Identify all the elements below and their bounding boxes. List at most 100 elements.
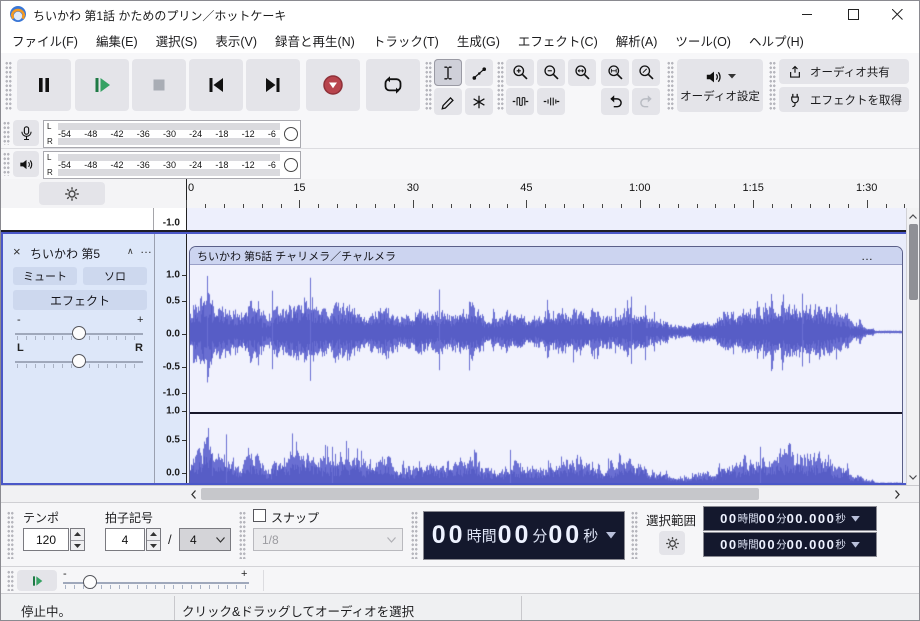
solo-button[interactable]: ソロ [83, 267, 147, 285]
track-previous[interactable]: -1.0 [1, 208, 906, 231]
loop-button[interactable] [366, 59, 420, 111]
time-minutes[interactable]: 00 [498, 521, 532, 550]
edit-toolbar-gripper[interactable] [497, 61, 504, 111]
scroll-down-button[interactable] [907, 471, 919, 483]
stop-button[interactable] [132, 59, 186, 111]
selection-end-field[interactable]: 00 時間 00 分 00.000 秒 [703, 532, 877, 557]
effects-button[interactable]: エフェクト [13, 290, 147, 310]
skip-to-end-button[interactable] [246, 59, 300, 111]
time-toolbar-gripper[interactable] [411, 511, 418, 559]
vertical-scrollbar-thumb[interactable] [909, 224, 918, 300]
audio-clip[interactable]: ちいかわ 第5話 チャリメラ／チャルメラ … [189, 246, 903, 483]
silence-audio-button[interactable] [537, 88, 565, 115]
waveform-channel-1[interactable] [190, 265, 902, 399]
menu-item-8[interactable]: 解析(A) [607, 27, 667, 53]
menu-item-4[interactable]: 録音と再生(N) [266, 27, 364, 53]
record-meter-mic-button[interactable] [13, 120, 39, 146]
audio-setup-button[interactable]: オーディオ設定 [677, 59, 763, 112]
playback-meter[interactable]: L R -54-48-42-36-30-24-18-12-6 [43, 151, 301, 179]
pan-slider-thumb[interactable] [72, 354, 86, 368]
share-toolbar-gripper[interactable] [769, 61, 776, 111]
track-menu-button[interactable]: … [140, 242, 152, 256]
track-close-button[interactable]: × [13, 245, 21, 258]
menu-item-5[interactable]: トラック(T) [364, 27, 448, 53]
scroll-up-button[interactable] [907, 210, 919, 222]
recording-meter-gripper[interactable] [3, 121, 10, 145]
get-effects-button[interactable]: エフェクトを取得 [779, 87, 909, 112]
pause-button[interactable] [17, 59, 71, 111]
timeline-ruler[interactable]: 01530451:001:151:30 [1, 179, 919, 209]
sel-end-seconds[interactable]: 00.000 [787, 537, 836, 552]
time-seconds[interactable]: 00 [548, 521, 582, 550]
time-signature-upper-input[interactable]: 4 [105, 528, 145, 551]
playback-meter-gripper[interactable] [3, 152, 10, 176]
scroll-left-button[interactable] [186, 487, 200, 501]
tempo-input[interactable]: 120 [23, 528, 69, 551]
speed-slider-thumb[interactable] [83, 575, 97, 589]
track-previous-waveform-area[interactable] [187, 208, 906, 231]
sel-start-hours[interactable]: 00 [720, 511, 737, 526]
minimize-button[interactable] [784, 1, 830, 27]
tempo-spinner[interactable] [70, 528, 85, 551]
time-hours[interactable]: 00 [432, 521, 466, 550]
snapping-gripper[interactable] [239, 511, 246, 559]
zoom-in-button[interactable] [506, 59, 534, 86]
clip-header[interactable]: ちいかわ 第5話 チャリメラ／チャルメラ … [190, 247, 902, 265]
zoom-toggle-button[interactable] [632, 59, 660, 86]
draw-tool-button[interactable] [434, 88, 462, 115]
zoom-out-button[interactable] [537, 59, 565, 86]
selection-toolbar-gripper[interactable] [631, 511, 638, 559]
selection-start-field[interactable]: 00 時間 00 分 00.000 秒 [703, 506, 877, 531]
skip-to-start-button[interactable] [189, 59, 243, 111]
redo-button[interactable] [632, 88, 660, 115]
sel-end-hours[interactable]: 00 [720, 537, 737, 552]
selection-options-button[interactable] [659, 531, 685, 555]
tools-toolbar-gripper[interactable] [425, 61, 432, 111]
sel-start-seconds[interactable]: 00.000 [787, 511, 836, 526]
sel-end-minutes[interactable]: 00 [759, 537, 776, 552]
play-at-speed-button[interactable] [17, 570, 57, 591]
vertical-scrollbar[interactable] [906, 208, 919, 485]
menu-item-6[interactable]: 生成(G) [448, 27, 509, 53]
menu-item-2[interactable]: 選択(S) [147, 27, 207, 53]
track-name[interactable]: ちいかわ 第5 [30, 245, 100, 262]
time-signature-gripper[interactable] [7, 511, 14, 559]
time-signature-lower-select[interactable]: 4 [179, 528, 231, 551]
snap-select[interactable]: 1/8 [253, 528, 403, 551]
scroll-right-button[interactable] [890, 487, 904, 501]
maximize-button[interactable] [830, 1, 876, 27]
track-collapse-button[interactable]: ∧ [127, 246, 134, 257]
play-button[interactable] [75, 59, 129, 111]
selection-tool-button[interactable] [434, 59, 462, 86]
track-main[interactable]: × ちいかわ 第5 ∧ … ミュート ソロ エフェクト - + L R 1.00… [1, 232, 906, 485]
menu-item-7[interactable]: エフェクト(C) [509, 27, 607, 53]
share-audio-button[interactable]: オーディオ共有 [779, 59, 909, 84]
menu-item-1[interactable]: 編集(E) [87, 27, 147, 53]
record-button[interactable] [306, 59, 360, 111]
menu-item-9[interactable]: ツール(O) [666, 27, 740, 53]
playback-meter-speaker-button[interactable] [13, 151, 39, 177]
horizontal-scrollbar-thumb[interactable] [201, 488, 759, 500]
clip-menu-button[interactable]: … [861, 249, 874, 263]
recording-meter[interactable]: L R -54-48-42-36-30-24-18-12-6 [43, 120, 301, 148]
gain-slider-thumb[interactable] [72, 326, 86, 340]
undo-button[interactable] [601, 88, 629, 115]
fit-selection-button[interactable] [568, 59, 596, 86]
play-at-speed-gripper[interactable] [7, 570, 14, 591]
menu-item-10[interactable]: ヘルプ(H) [740, 27, 813, 53]
mute-button[interactable]: ミュート [13, 267, 77, 285]
waveform-channel-2[interactable] [190, 414, 902, 483]
sel-start-minutes[interactable]: 00 [759, 511, 776, 526]
fit-project-button[interactable] [601, 59, 629, 86]
time-display[interactable]: 00 時間 00 分 00 秒 [423, 511, 625, 560]
transport-toolbar-gripper[interactable] [5, 61, 12, 111]
audio-setup-gripper[interactable] [667, 61, 674, 111]
trim-audio-button[interactable] [506, 88, 534, 115]
timeline-options-button[interactable] [39, 182, 105, 205]
time-signature-spinner[interactable] [146, 528, 161, 551]
multi-tool-button[interactable] [465, 88, 493, 115]
snap-checkbox[interactable] [253, 509, 266, 522]
envelope-tool-button[interactable] [465, 59, 493, 86]
close-button[interactable] [875, 1, 919, 27]
menu-item-0[interactable]: ファイル(F) [3, 27, 87, 53]
